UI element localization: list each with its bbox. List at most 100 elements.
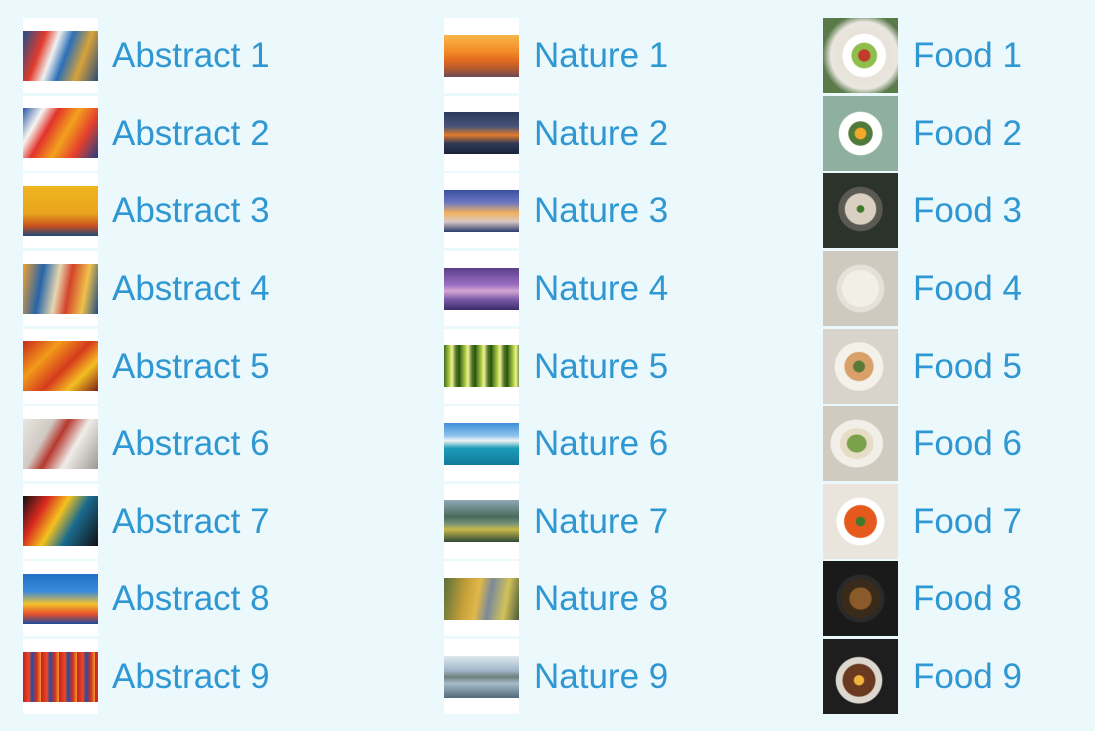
gallery-item-label[interactable]: Abstract 9: [98, 659, 270, 694]
abstract-painting-thumbnail-icon: [23, 263, 98, 314]
food-photo-thumbnail-icon: [823, 251, 898, 327]
gallery-item-label[interactable]: Food 3: [898, 193, 1022, 228]
abstract-8-thumbnail[interactable]: [23, 561, 98, 637]
gallery-item-label[interactable]: Nature 2: [519, 116, 668, 151]
gallery-item-nature-4[interactable]: Nature 4: [444, 250, 668, 328]
gallery-item-abstract-7[interactable]: Abstract 7: [23, 483, 270, 561]
gallery-item-label[interactable]: Food 7: [898, 504, 1022, 539]
gallery-item-label[interactable]: Food 2: [898, 116, 1022, 151]
food-photo-thumbnail-icon: [823, 173, 898, 249]
gallery-item-food-2[interactable]: Food 2: [823, 95, 1022, 173]
gallery-item-label[interactable]: Nature 1: [519, 38, 668, 73]
food-column: Food 1 Food 2 Food 3 Food 4 Food 5 Food …: [823, 17, 1022, 715]
gallery-item-abstract-5[interactable]: Abstract 5: [23, 327, 270, 405]
abstract-6-thumbnail[interactable]: [23, 406, 98, 482]
gallery-item-label[interactable]: Abstract 4: [98, 271, 270, 306]
food-6-thumbnail[interactable]: [823, 406, 898, 482]
gallery-item-food-6[interactable]: Food 6: [823, 405, 1022, 483]
abstract-3-thumbnail[interactable]: [23, 173, 98, 249]
nature-photo-thumbnail-icon: [444, 345, 519, 388]
gallery-item-food-4[interactable]: Food 4: [823, 250, 1022, 328]
nature-photo-thumbnail-icon: [444, 422, 519, 465]
gallery-item-abstract-8[interactable]: Abstract 8: [23, 560, 270, 638]
gallery-item-label[interactable]: Food 5: [898, 349, 1022, 384]
food-photo-thumbnail-icon: [823, 328, 898, 404]
abstract-5-thumbnail[interactable]: [23, 328, 98, 404]
abstract-4-thumbnail[interactable]: [23, 251, 98, 327]
gallery-item-nature-5[interactable]: Nature 5: [444, 327, 668, 405]
food-9-thumbnail[interactable]: [823, 639, 898, 715]
gallery-item-nature-2[interactable]: Nature 2: [444, 95, 668, 173]
abstract-painting-thumbnail-icon: [23, 496, 98, 547]
abstract-painting-thumbnail-icon: [23, 418, 98, 469]
abstract-7-thumbnail[interactable]: [23, 483, 98, 559]
gallery-item-label[interactable]: Nature 9: [519, 659, 668, 694]
gallery-item-food-5[interactable]: Food 5: [823, 327, 1022, 405]
nature-8-thumbnail[interactable]: [444, 561, 519, 637]
food-3-thumbnail[interactable]: [823, 173, 898, 249]
gallery-item-label[interactable]: Abstract 2: [98, 116, 270, 151]
food-photo-thumbnail-icon: [823, 483, 898, 559]
gallery-item-nature-3[interactable]: Nature 3: [444, 172, 668, 250]
abstract-1-thumbnail[interactable]: [23, 18, 98, 94]
gallery-item-label[interactable]: Food 1: [898, 38, 1022, 73]
gallery-item-food-3[interactable]: Food 3: [823, 172, 1022, 250]
abstract-painting-thumbnail-icon: [23, 30, 98, 81]
food-8-thumbnail[interactable]: [823, 561, 898, 637]
gallery-item-label[interactable]: Nature 7: [519, 504, 668, 539]
food-1-thumbnail[interactable]: [823, 18, 898, 94]
abstract-painting-thumbnail-icon: [23, 341, 98, 392]
gallery-item-abstract-3[interactable]: Abstract 3: [23, 172, 270, 250]
gallery-item-abstract-9[interactable]: Abstract 9: [23, 638, 270, 716]
gallery-item-label[interactable]: Abstract 7: [98, 504, 270, 539]
nature-photo-thumbnail-icon: [444, 189, 519, 232]
nature-7-thumbnail[interactable]: [444, 483, 519, 559]
nature-1-thumbnail[interactable]: [444, 18, 519, 94]
gallery-item-abstract-6[interactable]: Abstract 6: [23, 405, 270, 483]
gallery-item-label[interactable]: Nature 3: [519, 193, 668, 228]
gallery-item-nature-1[interactable]: Nature 1: [444, 17, 668, 95]
nature-6-thumbnail[interactable]: [444, 406, 519, 482]
food-7-thumbnail[interactable]: [823, 483, 898, 559]
gallery-item-abstract-1[interactable]: Abstract 1: [23, 17, 270, 95]
nature-4-thumbnail[interactable]: [444, 251, 519, 327]
abstract-column: Abstract 1 Abstract 2 Abstract 3 Abstrac…: [23, 17, 270, 715]
gallery-item-label[interactable]: Abstract 3: [98, 193, 270, 228]
gallery-item-food-9[interactable]: Food 9: [823, 638, 1022, 716]
food-4-thumbnail[interactable]: [823, 251, 898, 327]
abstract-2-thumbnail[interactable]: [23, 95, 98, 171]
food-2-thumbnail[interactable]: [823, 95, 898, 171]
nature-photo-thumbnail-icon: [444, 112, 519, 155]
gallery-item-nature-8[interactable]: Nature 8: [444, 560, 668, 638]
food-5-thumbnail[interactable]: [823, 328, 898, 404]
abstract-painting-thumbnail-icon: [23, 185, 98, 236]
gallery-item-label[interactable]: Food 8: [898, 581, 1022, 616]
gallery-item-food-7[interactable]: Food 7: [823, 483, 1022, 561]
nature-column: Nature 1 Nature 2 Nature 3 Nature 4 Natu…: [444, 17, 668, 715]
gallery-item-nature-6[interactable]: Nature 6: [444, 405, 668, 483]
gallery-item-label[interactable]: Food 9: [898, 659, 1022, 694]
gallery-item-label[interactable]: Abstract 6: [98, 426, 270, 461]
gallery-item-label[interactable]: Nature 4: [519, 271, 668, 306]
abstract-9-thumbnail[interactable]: [23, 639, 98, 715]
nature-2-thumbnail[interactable]: [444, 95, 519, 171]
gallery-item-label[interactable]: Abstract 1: [98, 38, 270, 73]
gallery-item-abstract-4[interactable]: Abstract 4: [23, 250, 270, 328]
nature-3-thumbnail[interactable]: [444, 173, 519, 249]
gallery-item-label[interactable]: Nature 6: [519, 426, 668, 461]
gallery-item-label[interactable]: Food 6: [898, 426, 1022, 461]
gallery-item-label[interactable]: Nature 8: [519, 581, 668, 616]
nature-5-thumbnail[interactable]: [444, 328, 519, 404]
gallery-item-nature-7[interactable]: Nature 7: [444, 483, 668, 561]
gallery-item-label[interactable]: Nature 5: [519, 349, 668, 384]
gallery-item-food-1[interactable]: Food 1: [823, 17, 1022, 95]
gallery-item-abstract-2[interactable]: Abstract 2: [23, 95, 270, 173]
gallery-item-label[interactable]: Food 4: [898, 271, 1022, 306]
gallery-item-nature-9[interactable]: Nature 9: [444, 638, 668, 716]
nature-9-thumbnail[interactable]: [444, 639, 519, 715]
nature-photo-thumbnail-icon: [444, 577, 519, 620]
gallery-item-food-8[interactable]: Food 8: [823, 560, 1022, 638]
gallery-item-label[interactable]: Abstract 8: [98, 581, 270, 616]
food-photo-thumbnail-icon: [823, 639, 898, 715]
gallery-item-label[interactable]: Abstract 5: [98, 349, 270, 384]
